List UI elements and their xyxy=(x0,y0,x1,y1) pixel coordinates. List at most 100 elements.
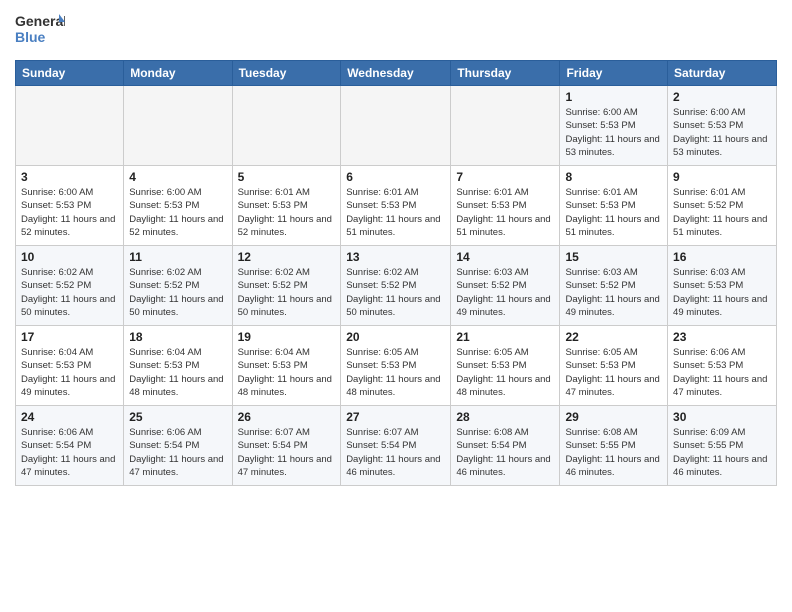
day-number: 20 xyxy=(346,330,445,344)
calendar-week-row: 3 Sunrise: 6:00 AMSunset: 5:53 PMDayligh… xyxy=(16,166,777,246)
calendar-cell xyxy=(232,86,341,166)
day-info: Sunrise: 6:02 AMSunset: 5:52 PMDaylight:… xyxy=(129,266,226,319)
day-number: 26 xyxy=(238,410,336,424)
day-number: 28 xyxy=(456,410,554,424)
day-info: Sunrise: 6:01 AMSunset: 5:53 PMDaylight:… xyxy=(238,186,336,239)
day-number: 17 xyxy=(21,330,118,344)
day-number: 4 xyxy=(129,170,226,184)
calendar-cell: 10 Sunrise: 6:02 AMSunset: 5:52 PMDaylig… xyxy=(16,246,124,326)
day-number: 23 xyxy=(673,330,771,344)
day-info: Sunrise: 6:00 AMSunset: 5:53 PMDaylight:… xyxy=(673,106,771,159)
day-number: 25 xyxy=(129,410,226,424)
calendar-week-row: 10 Sunrise: 6:02 AMSunset: 5:52 PMDaylig… xyxy=(16,246,777,326)
day-info: Sunrise: 6:08 AMSunset: 5:55 PMDaylight:… xyxy=(565,426,662,479)
day-number: 16 xyxy=(673,250,771,264)
day-info: Sunrise: 6:08 AMSunset: 5:54 PMDaylight:… xyxy=(456,426,554,479)
day-info: Sunrise: 6:03 AMSunset: 5:52 PMDaylight:… xyxy=(565,266,662,319)
day-number: 1 xyxy=(565,90,662,104)
calendar-cell: 23 Sunrise: 6:06 AMSunset: 5:53 PMDaylig… xyxy=(668,326,777,406)
day-number: 15 xyxy=(565,250,662,264)
day-info: Sunrise: 6:04 AMSunset: 5:53 PMDaylight:… xyxy=(21,346,118,399)
weekday-header: Wednesday xyxy=(341,61,451,86)
day-number: 7 xyxy=(456,170,554,184)
calendar-page: General Blue SundayMondayTuesdayWednesda… xyxy=(0,0,792,496)
calendar-cell: 7 Sunrise: 6:01 AMSunset: 5:53 PMDayligh… xyxy=(451,166,560,246)
calendar-cell: 1 Sunrise: 6:00 AMSunset: 5:53 PMDayligh… xyxy=(560,86,668,166)
weekday-header: Sunday xyxy=(16,61,124,86)
day-number: 30 xyxy=(673,410,771,424)
calendar-table: SundayMondayTuesdayWednesdayThursdayFrid… xyxy=(15,60,777,486)
day-number: 6 xyxy=(346,170,445,184)
day-info: Sunrise: 6:02 AMSunset: 5:52 PMDaylight:… xyxy=(238,266,336,319)
calendar-cell: 12 Sunrise: 6:02 AMSunset: 5:52 PMDaylig… xyxy=(232,246,341,326)
day-number: 29 xyxy=(565,410,662,424)
header: General Blue xyxy=(15,10,777,52)
day-info: Sunrise: 6:03 AMSunset: 5:53 PMDaylight:… xyxy=(673,266,771,319)
calendar-cell: 24 Sunrise: 6:06 AMSunset: 5:54 PMDaylig… xyxy=(16,406,124,486)
day-info: Sunrise: 6:06 AMSunset: 5:53 PMDaylight:… xyxy=(673,346,771,399)
day-number: 24 xyxy=(21,410,118,424)
day-info: Sunrise: 6:01 AMSunset: 5:52 PMDaylight:… xyxy=(673,186,771,239)
weekday-header: Tuesday xyxy=(232,61,341,86)
calendar-header-row: SundayMondayTuesdayWednesdayThursdayFrid… xyxy=(16,61,777,86)
day-info: Sunrise: 6:07 AMSunset: 5:54 PMDaylight:… xyxy=(346,426,445,479)
day-info: Sunrise: 6:01 AMSunset: 5:53 PMDaylight:… xyxy=(346,186,445,239)
day-number: 10 xyxy=(21,250,118,264)
day-info: Sunrise: 6:00 AMSunset: 5:53 PMDaylight:… xyxy=(565,106,662,159)
calendar-cell: 11 Sunrise: 6:02 AMSunset: 5:52 PMDaylig… xyxy=(124,246,232,326)
weekday-header: Friday xyxy=(560,61,668,86)
day-info: Sunrise: 6:03 AMSunset: 5:52 PMDaylight:… xyxy=(456,266,554,319)
calendar-cell: 17 Sunrise: 6:04 AMSunset: 5:53 PMDaylig… xyxy=(16,326,124,406)
day-info: Sunrise: 6:04 AMSunset: 5:53 PMDaylight:… xyxy=(129,346,226,399)
day-info: Sunrise: 6:02 AMSunset: 5:52 PMDaylight:… xyxy=(346,266,445,319)
weekday-header: Saturday xyxy=(668,61,777,86)
weekday-header: Monday xyxy=(124,61,232,86)
calendar-cell: 3 Sunrise: 6:00 AMSunset: 5:53 PMDayligh… xyxy=(16,166,124,246)
day-number: 11 xyxy=(129,250,226,264)
calendar-cell: 28 Sunrise: 6:08 AMSunset: 5:54 PMDaylig… xyxy=(451,406,560,486)
calendar-cell: 4 Sunrise: 6:00 AMSunset: 5:53 PMDayligh… xyxy=(124,166,232,246)
day-number: 22 xyxy=(565,330,662,344)
day-number: 19 xyxy=(238,330,336,344)
calendar-cell: 26 Sunrise: 6:07 AMSunset: 5:54 PMDaylig… xyxy=(232,406,341,486)
calendar-cell xyxy=(341,86,451,166)
calendar-cell: 22 Sunrise: 6:05 AMSunset: 5:53 PMDaylig… xyxy=(560,326,668,406)
day-info: Sunrise: 6:07 AMSunset: 5:54 PMDaylight:… xyxy=(238,426,336,479)
svg-text:General: General xyxy=(15,13,65,29)
calendar-cell: 13 Sunrise: 6:02 AMSunset: 5:52 PMDaylig… xyxy=(341,246,451,326)
day-number: 5 xyxy=(238,170,336,184)
day-number: 14 xyxy=(456,250,554,264)
day-number: 27 xyxy=(346,410,445,424)
calendar-cell: 14 Sunrise: 6:03 AMSunset: 5:52 PMDaylig… xyxy=(451,246,560,326)
calendar-cell: 20 Sunrise: 6:05 AMSunset: 5:53 PMDaylig… xyxy=(341,326,451,406)
day-info: Sunrise: 6:04 AMSunset: 5:53 PMDaylight:… xyxy=(238,346,336,399)
day-info: Sunrise: 6:06 AMSunset: 5:54 PMDaylight:… xyxy=(129,426,226,479)
day-info: Sunrise: 6:02 AMSunset: 5:52 PMDaylight:… xyxy=(21,266,118,319)
day-number: 3 xyxy=(21,170,118,184)
day-info: Sunrise: 6:00 AMSunset: 5:53 PMDaylight:… xyxy=(21,186,118,239)
calendar-cell xyxy=(124,86,232,166)
day-info: Sunrise: 6:05 AMSunset: 5:53 PMDaylight:… xyxy=(565,346,662,399)
calendar-cell: 18 Sunrise: 6:04 AMSunset: 5:53 PMDaylig… xyxy=(124,326,232,406)
day-info: Sunrise: 6:06 AMSunset: 5:54 PMDaylight:… xyxy=(21,426,118,479)
calendar-cell: 15 Sunrise: 6:03 AMSunset: 5:52 PMDaylig… xyxy=(560,246,668,326)
calendar-cell: 5 Sunrise: 6:01 AMSunset: 5:53 PMDayligh… xyxy=(232,166,341,246)
calendar-cell: 9 Sunrise: 6:01 AMSunset: 5:52 PMDayligh… xyxy=(668,166,777,246)
calendar-cell: 2 Sunrise: 6:00 AMSunset: 5:53 PMDayligh… xyxy=(668,86,777,166)
calendar-cell: 27 Sunrise: 6:07 AMSunset: 5:54 PMDaylig… xyxy=(341,406,451,486)
day-info: Sunrise: 6:05 AMSunset: 5:53 PMDaylight:… xyxy=(456,346,554,399)
calendar-cell: 8 Sunrise: 6:01 AMSunset: 5:53 PMDayligh… xyxy=(560,166,668,246)
day-info: Sunrise: 6:05 AMSunset: 5:53 PMDaylight:… xyxy=(346,346,445,399)
day-number: 2 xyxy=(673,90,771,104)
svg-text:Blue: Blue xyxy=(15,29,46,45)
day-info: Sunrise: 6:01 AMSunset: 5:53 PMDaylight:… xyxy=(565,186,662,239)
day-number: 18 xyxy=(129,330,226,344)
calendar-cell: 16 Sunrise: 6:03 AMSunset: 5:53 PMDaylig… xyxy=(668,246,777,326)
calendar-cell: 29 Sunrise: 6:08 AMSunset: 5:55 PMDaylig… xyxy=(560,406,668,486)
calendar-week-row: 17 Sunrise: 6:04 AMSunset: 5:53 PMDaylig… xyxy=(16,326,777,406)
calendar-cell: 25 Sunrise: 6:06 AMSunset: 5:54 PMDaylig… xyxy=(124,406,232,486)
day-number: 13 xyxy=(346,250,445,264)
calendar-cell xyxy=(451,86,560,166)
calendar-week-row: 24 Sunrise: 6:06 AMSunset: 5:54 PMDaylig… xyxy=(16,406,777,486)
calendar-week-row: 1 Sunrise: 6:00 AMSunset: 5:53 PMDayligh… xyxy=(16,86,777,166)
